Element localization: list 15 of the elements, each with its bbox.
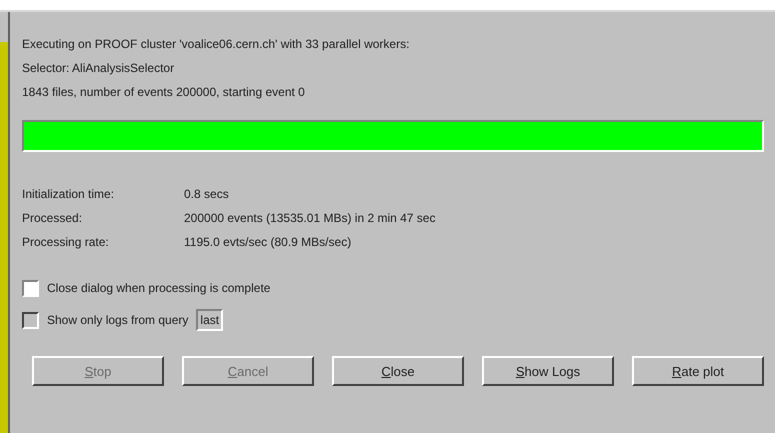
stat-label: Processed: [22, 211, 84, 225]
dialog-button[interactable]: Rate plot [632, 356, 764, 386]
stat-label: Processing rate: [22, 235, 110, 249]
stat-label: Initialization time: [22, 187, 116, 201]
dialog-button[interactable]: Show Logs [482, 356, 614, 386]
info-text: 1843 files, number of events 200000, starting event 0 [22, 84, 306, 101]
dialog-button[interactable]: Close [332, 356, 464, 386]
checkbox-label: Show only logs from query [47, 313, 188, 327]
info-text: Executing on PROOF cluster 'voalice06.cern.ch' with 33 parallel workers: [22, 36, 410, 53]
checkbox[interactable] [22, 280, 39, 296]
checkbox-label: Close dialog when processing is complete [47, 281, 270, 295]
stat-value: 1195.0 evts/sec (80.9 MBs/sec) [184, 235, 352, 249]
stat-value: 200000 events (13535.01 MBs) in 2 min 47 sec [184, 211, 436, 225]
stat-value: 0.8 secs [184, 187, 230, 201]
info-text: Selector: AliAnalysisSelector [22, 60, 176, 77]
